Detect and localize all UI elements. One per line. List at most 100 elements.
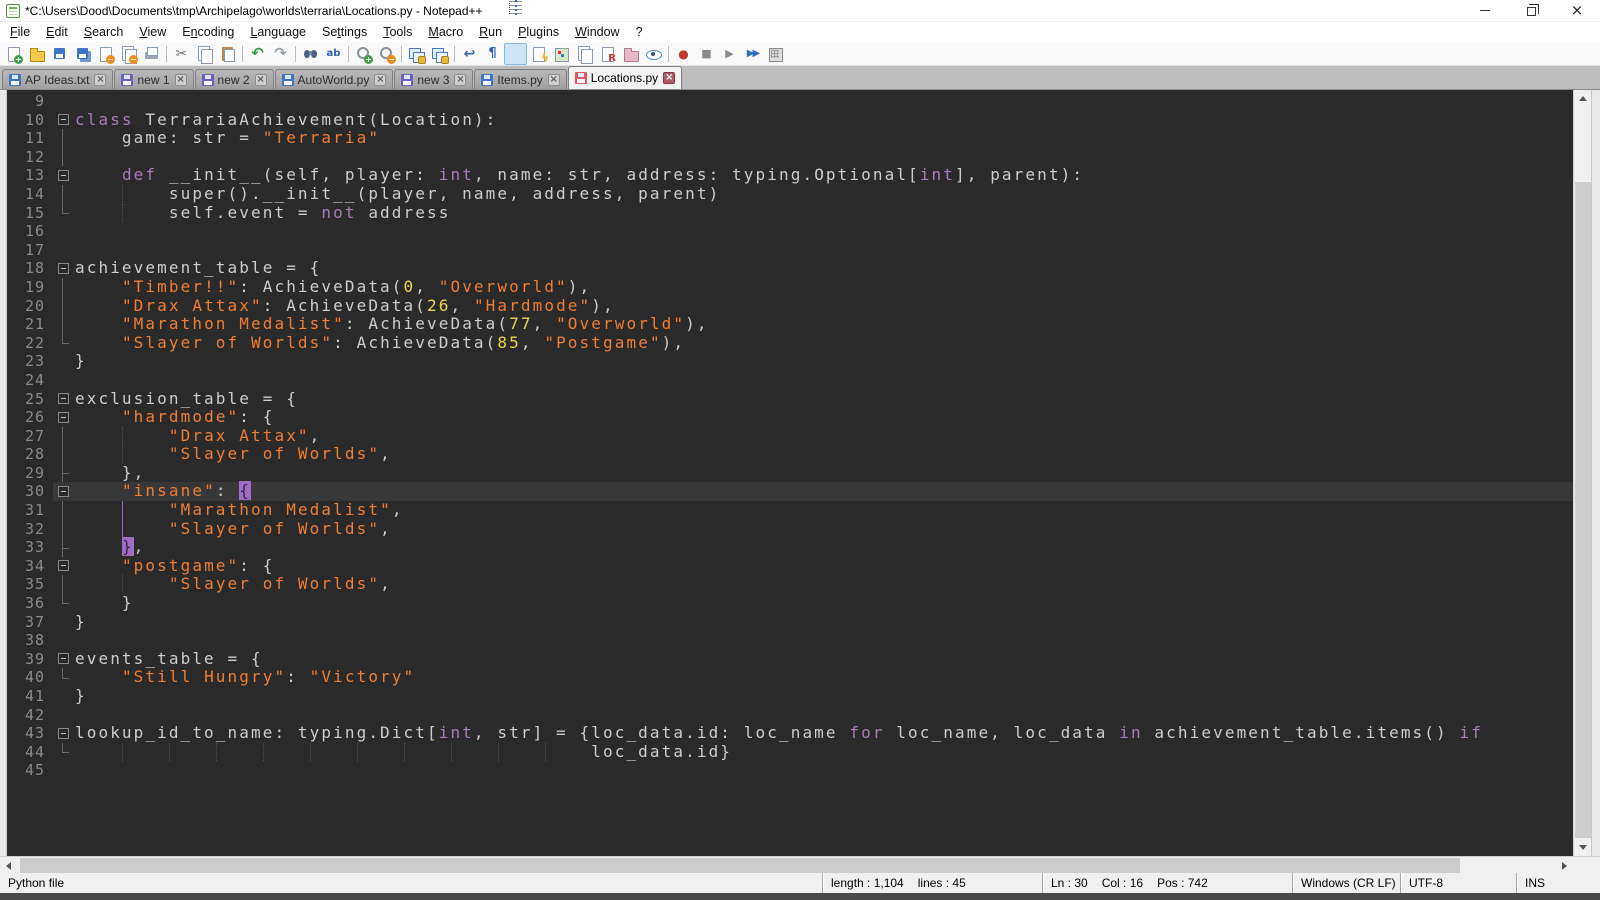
- code-text[interactable]: "insane": {: [75, 482, 1573, 501]
- toolbar-macro-run-multiple-button[interactable]: ▶▶: [741, 43, 764, 65]
- code-line[interactable]: 21 "Marathon Medalist": AchieveData(77, …: [7, 315, 1573, 334]
- line-number[interactable]: 40: [7, 668, 53, 687]
- code-line[interactable]: 36 }: [7, 594, 1573, 613]
- code-line[interactable]: 39events_table = {: [7, 650, 1573, 669]
- code-line[interactable]: 11 game: str = "Terraria": [7, 129, 1573, 148]
- code-line[interactable]: 25exclusion_table = {: [7, 390, 1573, 409]
- toolbar-document-map-button[interactable]: [550, 43, 573, 65]
- code-text[interactable]: "Timber!!": AchieveData(0, "Overworld"),: [75, 278, 1573, 297]
- minimize-button[interactable]: [1462, 0, 1508, 21]
- menu-plugins[interactable]: Plugins: [510, 23, 567, 41]
- toolbar-file-monitoring-button[interactable]: [642, 43, 665, 65]
- code-line[interactable]: 22 "Slayer of Worlds": AchieveData(85, "…: [7, 334, 1573, 353]
- toolbar-word-wrap-button[interactable]: ↩: [458, 43, 481, 65]
- code-text[interactable]: events_table = {: [75, 650, 1573, 669]
- tab-new-2[interactable]: new 2×: [195, 69, 274, 89]
- line-number[interactable]: 23: [7, 352, 53, 371]
- toolbar-print-button[interactable]: [140, 43, 163, 65]
- code-line[interactable]: 31 "Marathon Medalist",: [7, 501, 1573, 520]
- code-line[interactable]: 37}: [7, 613, 1573, 632]
- line-number[interactable]: 12: [7, 148, 53, 167]
- fold-collapse-marker[interactable]: [53, 408, 75, 427]
- toolbar-replace-button[interactable]: ab: [322, 43, 345, 65]
- code-text[interactable]: "hardmode": {: [75, 408, 1573, 427]
- line-number[interactable]: 9: [7, 92, 53, 111]
- code-line[interactable]: 35 "Slayer of Worlds",: [7, 575, 1573, 594]
- menu-tools[interactable]: Tools: [375, 23, 420, 41]
- line-number[interactable]: 44: [7, 743, 53, 762]
- line-number[interactable]: 37: [7, 613, 53, 632]
- code-text[interactable]: "Drax Attax",: [75, 427, 1573, 446]
- code-text[interactable]: exclusion_table = {: [75, 390, 1573, 409]
- scroll-down-arrow[interactable]: [1574, 839, 1592, 856]
- line-number[interactable]: 45: [7, 761, 53, 780]
- tab-close-icon[interactable]: ×: [663, 72, 675, 84]
- toolbar-close-file-button[interactable]: −: [94, 43, 117, 65]
- code-line[interactable]: 28 "Slayer of Worlds",: [7, 445, 1573, 464]
- line-number[interactable]: 30: [7, 482, 53, 501]
- line-number[interactable]: 41: [7, 687, 53, 706]
- code-text[interactable]: }: [75, 594, 1573, 613]
- toolbar-show-indent-guide-button[interactable]: [504, 43, 527, 65]
- code-text[interactable]: [75, 706, 1573, 725]
- code-text[interactable]: "Slayer of Worlds": AchieveData(85, "Pos…: [75, 334, 1573, 353]
- scroll-left-arrow[interactable]: [0, 857, 17, 874]
- horizontal-scrollbar-thumb[interactable]: [20, 858, 1460, 873]
- code-text[interactable]: class TerrariaAchievement(Location):: [75, 111, 1573, 130]
- line-number[interactable]: 10: [7, 111, 53, 130]
- toolbar-find-button[interactable]: [299, 43, 322, 65]
- fold-collapse-marker[interactable]: [53, 390, 75, 409]
- toolbar-macro-play-button[interactable]: ▶: [718, 43, 741, 65]
- code-text[interactable]: game: str = "Terraria": [75, 129, 1573, 148]
- code-line[interactable]: 17: [7, 241, 1573, 260]
- line-number[interactable]: 16: [7, 222, 53, 241]
- tab-ap-ideas-txt[interactable]: AP Ideas.txt×: [2, 69, 113, 89]
- fold-collapse-marker[interactable]: [53, 557, 75, 576]
- fold-collapse-marker[interactable]: [53, 482, 75, 501]
- line-number[interactable]: 27: [7, 427, 53, 446]
- code-line[interactable]: 19 "Timber!!": AchieveData(0, "Overworld…: [7, 278, 1573, 297]
- code-text[interactable]: [75, 631, 1573, 650]
- toolbar-cut-button[interactable]: ✂: [170, 43, 193, 65]
- scroll-up-arrow[interactable]: [1574, 90, 1592, 107]
- restore-button[interactable]: [1508, 0, 1554, 21]
- menu-language[interactable]: Language: [242, 23, 314, 41]
- toolbar-function-list-button[interactable]: ϟ: [527, 43, 550, 65]
- toolbar-zoom-out-button[interactable]: −: [375, 43, 398, 65]
- code-text[interactable]: [75, 371, 1573, 390]
- code-line[interactable]: 43lookup_id_to_name: typing.Dict[int, st…: [7, 724, 1573, 743]
- tab-items-py[interactable]: Items.py×: [474, 69, 566, 89]
- code-line[interactable]: 14 super().__init__(player, name, addres…: [7, 185, 1573, 204]
- toolbar-save-file-button[interactable]: [48, 43, 71, 65]
- code-line[interactable]: 10 class TerrariaAchievement(Location):: [7, 111, 1573, 130]
- code-area[interactable]: 910class TerrariaAchievement(Location):1…: [7, 90, 1573, 856]
- toolbar-copy-button[interactable]: [193, 43, 216, 65]
- line-number[interactable]: 35: [7, 575, 53, 594]
- code-text[interactable]: [75, 92, 1573, 111]
- line-number[interactable]: 20: [7, 297, 53, 316]
- menu-macro[interactable]: Macro: [420, 23, 471, 41]
- line-number[interactable]: 21: [7, 315, 53, 334]
- toolbar-paste-button[interactable]: [216, 43, 239, 65]
- tab-locations-py[interactable]: Locations.py×: [568, 66, 682, 89]
- line-number[interactable]: 31: [7, 501, 53, 520]
- line-number[interactable]: 34: [7, 557, 53, 576]
- code-line[interactable]: 42: [7, 706, 1573, 725]
- code-text[interactable]: [75, 761, 1573, 780]
- toolbar-sync-vertical-button[interactable]: [405, 43, 428, 65]
- code-line[interactable]: 15 self.event = not address: [7, 204, 1573, 223]
- tab-autoworld-py[interactable]: AutoWorld.py×: [275, 69, 394, 89]
- code-line[interactable]: 18achievement_table = {: [7, 259, 1573, 278]
- close-button[interactable]: ×: [1554, 0, 1600, 21]
- tab-close-icon[interactable]: ×: [374, 74, 386, 86]
- code-line[interactable]: 45: [7, 761, 1573, 780]
- code-line[interactable]: 38: [7, 631, 1573, 650]
- code-text[interactable]: "Slayer of Worlds",: [75, 520, 1573, 539]
- code-text[interactable]: }: [75, 352, 1573, 371]
- code-text[interactable]: "Slayer of Worlds",: [75, 445, 1573, 464]
- code-text[interactable]: "Still Hungry": "Victory": [75, 668, 1573, 687]
- fold-collapse-marker[interactable]: [53, 650, 75, 669]
- code-line[interactable]: 29 },: [7, 464, 1573, 483]
- code-line[interactable]: 26 "hardmode": {: [7, 408, 1573, 427]
- menu-edit[interactable]: Edit: [38, 23, 76, 41]
